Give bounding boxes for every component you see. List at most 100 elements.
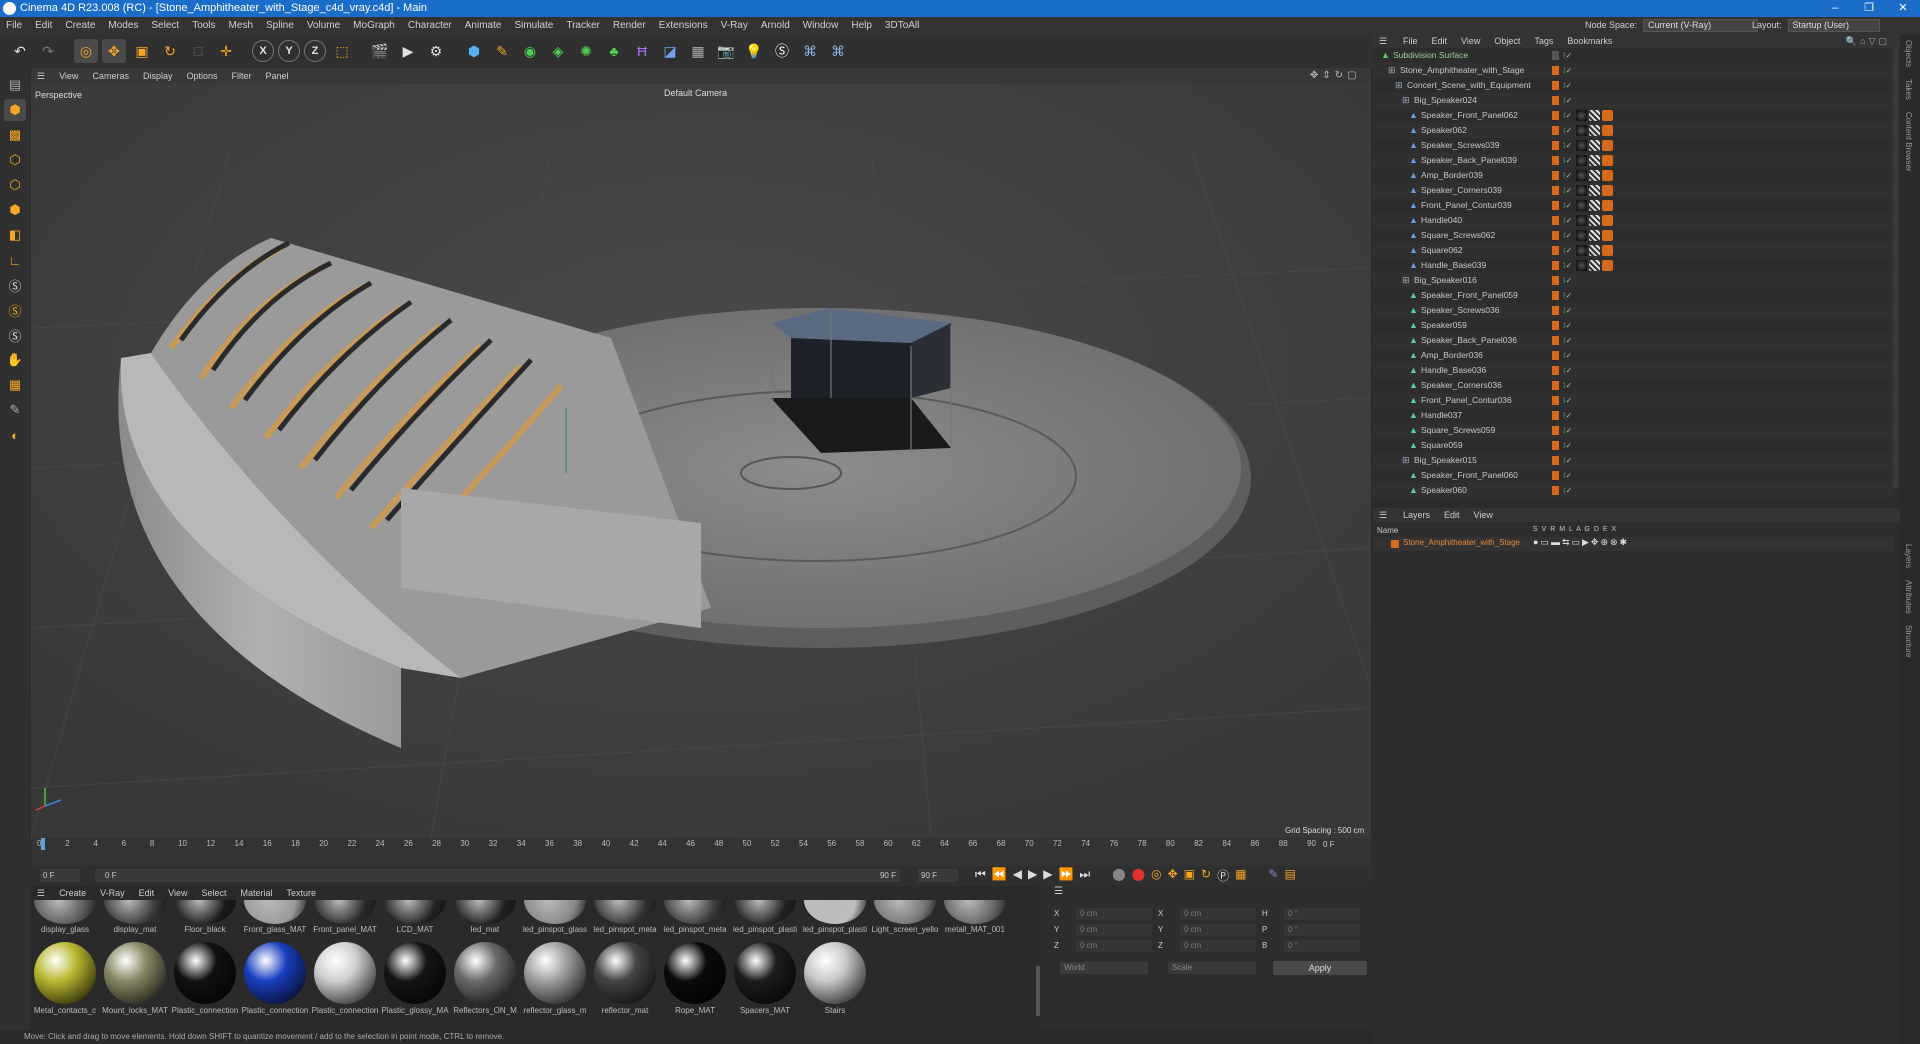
material-thumb[interactable]: led_pinspot_glass — [521, 900, 589, 934]
prev-key-icon[interactable]: ⏪ — [992, 867, 1007, 884]
material-thumb[interactable]: metall_MAT_001 — [941, 900, 1009, 934]
object-row[interactable]: ▲ Front_Panel_Contur036 ⁝✓ — [1373, 393, 1893, 408]
object-row[interactable]: ▲ Square_Screws062 ⁝✓ — [1373, 228, 1893, 243]
material-tag-icon[interactable] — [1602, 185, 1613, 196]
visibility-check-icon[interactable]: ⁝✓ — [1563, 183, 1572, 198]
menu-animate[interactable]: Animate — [465, 20, 502, 31]
material-thumb[interactable]: LCD_MAT — [381, 900, 449, 934]
menu-edit[interactable]: Edit — [35, 20, 52, 31]
object-row[interactable]: ▲ Speaker_Corners036 ⁝✓ — [1373, 378, 1893, 393]
layer-tag[interactable] — [1552, 306, 1559, 315]
pen-icon[interactable]: ✎ — [490, 39, 514, 63]
coord-value-field[interactable]: 0 cm — [1180, 940, 1256, 952]
object-search-icons[interactable]: 🔍⌂▽▢ — [1846, 36, 1890, 47]
object-row[interactable]: ▲ Front_Panel_Contur039 ⁝✓ — [1373, 198, 1893, 213]
edges-mode-icon[interactable]: ⬡ — [4, 174, 26, 196]
material-tag-icon[interactable] — [1602, 230, 1613, 241]
key-scale-icon[interactable]: ▣ — [1184, 867, 1195, 884]
layer-tag[interactable] — [1552, 471, 1559, 480]
layer-tag[interactable] — [1552, 261, 1559, 270]
hamburger-icon[interactable]: ☰ — [1379, 36, 1387, 47]
hamburger-icon[interactable]: ☰ — [1379, 510, 1387, 521]
object-menu-file[interactable]: File — [1403, 36, 1418, 46]
menu-mesh[interactable]: Mesh — [229, 20, 253, 31]
material-thumb[interactable]: Spacers_MAT — [731, 942, 799, 1015]
right-tab-objects[interactable]: Objects — [1900, 34, 1917, 73]
snap-icon[interactable]: Ⓢ — [4, 274, 26, 296]
visibility-check-icon[interactable]: ⁝✓ — [1563, 438, 1572, 453]
material-thumb[interactable]: Stairs — [801, 942, 869, 1015]
field-icon[interactable]: ◪ — [658, 39, 682, 63]
layer-tag[interactable] — [1552, 96, 1559, 105]
material-tag-icon[interactable] — [1576, 155, 1587, 166]
material-thumb[interactable]: Plastic_connection — [311, 942, 379, 1015]
object-row[interactable]: ▲ Square_Screws059 ⁝✓ — [1373, 423, 1893, 438]
object-row[interactable]: ▲ Square059 ⁝✓ — [1373, 438, 1893, 453]
menu-vray[interactable]: V-Ray — [721, 20, 748, 31]
render-settings-icon[interactable]: ⚙ — [424, 39, 448, 63]
visibility-check-icon[interactable]: ⁝✓ — [1563, 78, 1572, 93]
go-end-icon[interactable]: ⏭ — [1079, 867, 1090, 884]
material-tag-icon[interactable] — [1602, 200, 1613, 211]
material-tag-icon[interactable] — [1589, 245, 1600, 256]
menu-help[interactable]: Help — [851, 20, 872, 31]
layer-tag[interactable] — [1552, 381, 1559, 390]
floor-icon[interactable]: ▦ — [686, 39, 710, 63]
object-row[interactable]: ▲ Speaker_Front_Panel060 ⁝✓ — [1373, 468, 1893, 483]
key-pla-icon[interactable]: ▦ — [1235, 867, 1246, 884]
layer-tag[interactable] — [1552, 186, 1559, 195]
material-thumb[interactable]: Metal_contacts_c — [31, 942, 99, 1015]
visibility-check-icon[interactable]: ⁝✓ — [1563, 468, 1572, 483]
object-row[interactable]: ▲ Speaker_Screws036 ⁝✓ — [1373, 303, 1893, 318]
layer-flag-icons[interactable]: ●▭▬⇆▭▶✥⊕⊗✱ — [1533, 537, 1629, 548]
material-tag-icon[interactable] — [1589, 110, 1600, 121]
prev-frame-icon[interactable]: ◀ — [1013, 867, 1022, 884]
object-row[interactable]: ▲ Handle037 ⁝✓ — [1373, 408, 1893, 423]
menu-3dtoall[interactable]: 3DToAll — [885, 20, 919, 31]
coord-value-field[interactable]: 0 cm — [1180, 908, 1256, 920]
motion-system-icon[interactable]: ✎ — [1268, 867, 1278, 884]
object-row[interactable]: ▲ Speaker_Back_Panel036 ⁝✓ — [1373, 333, 1893, 348]
object-row[interactable]: ▲ Speaker059 ⁝✓ — [1373, 318, 1893, 333]
material-tag-icon[interactable] — [1589, 200, 1600, 211]
autokey-icon[interactable]: ⬤ — [1132, 867, 1145, 884]
object-menu-object[interactable]: Object — [1494, 36, 1520, 46]
apply-button[interactable]: Apply — [1273, 961, 1367, 975]
add-icon[interactable]: ✛ — [214, 39, 238, 63]
material-tag-icon[interactable] — [1589, 155, 1600, 166]
menu-modes[interactable]: Modes — [108, 20, 138, 31]
layer-row[interactable]: Stone_Amphitheater_with_Stage ●▭▬⇆▭▶✥⊕⊗✱ — [1373, 537, 1893, 551]
material-tag-icon[interactable] — [1602, 215, 1613, 226]
layer-tag[interactable] — [1552, 246, 1559, 255]
sculpt-icon[interactable]: ✋ — [4, 349, 26, 371]
object-row[interactable]: ▲ Handle_Base036 ⁝✓ — [1373, 363, 1893, 378]
menu-tools[interactable]: Tools — [192, 20, 215, 31]
visibility-check-icon[interactable]: ⁝✓ — [1563, 123, 1572, 138]
tweak-icon[interactable]: ✎ — [4, 399, 26, 421]
object-row[interactable]: ▲ Speaker_Front_Panel059 ⁝✓ — [1373, 288, 1893, 303]
layer-tag[interactable] — [1552, 66, 1559, 75]
material-thumb[interactable]: Mount_locks_MAT — [101, 942, 169, 1015]
mograph-icon[interactable]: ♣ — [602, 39, 626, 63]
material-tag-icon[interactable] — [1602, 170, 1613, 181]
material-menu-texture[interactable]: Texture — [287, 888, 317, 898]
menu-volume[interactable]: Volume — [307, 20, 340, 31]
viewport-menu-filter[interactable]: Filter — [232, 71, 252, 81]
material-thumb[interactable]: reflector_mat — [591, 942, 659, 1015]
material-thumb[interactable]: reflector_glass_m — [521, 942, 589, 1015]
key-position-icon[interactable]: ✥ — [1168, 867, 1178, 884]
key-param-icon[interactable]: Ⓟ — [1217, 867, 1229, 884]
points-mode-icon[interactable]: ⬡ — [4, 149, 26, 171]
material-tag-icon[interactable] — [1576, 200, 1587, 211]
viewport-menu-options[interactable]: Options — [186, 71, 217, 81]
object-row[interactable]: ⊞ Stone_Amphitheater_with_Stage ⁝✓ — [1373, 63, 1893, 78]
coord-value-field[interactable]: 0 cm — [1076, 924, 1152, 936]
material-tag-icon[interactable] — [1602, 140, 1613, 151]
layer-tag[interactable] — [1552, 456, 1559, 465]
visibility-check-icon[interactable]: ⁝✓ — [1563, 303, 1572, 318]
key-rotation-icon[interactable]: ↻ — [1201, 867, 1211, 884]
y-axis-toggle[interactable]: Y — [278, 40, 300, 62]
maximize-button[interactable]: ❐ — [1852, 0, 1886, 17]
material-tag-icon[interactable] — [1602, 125, 1613, 136]
cube-icon[interactable]: ⬢ — [462, 39, 486, 63]
